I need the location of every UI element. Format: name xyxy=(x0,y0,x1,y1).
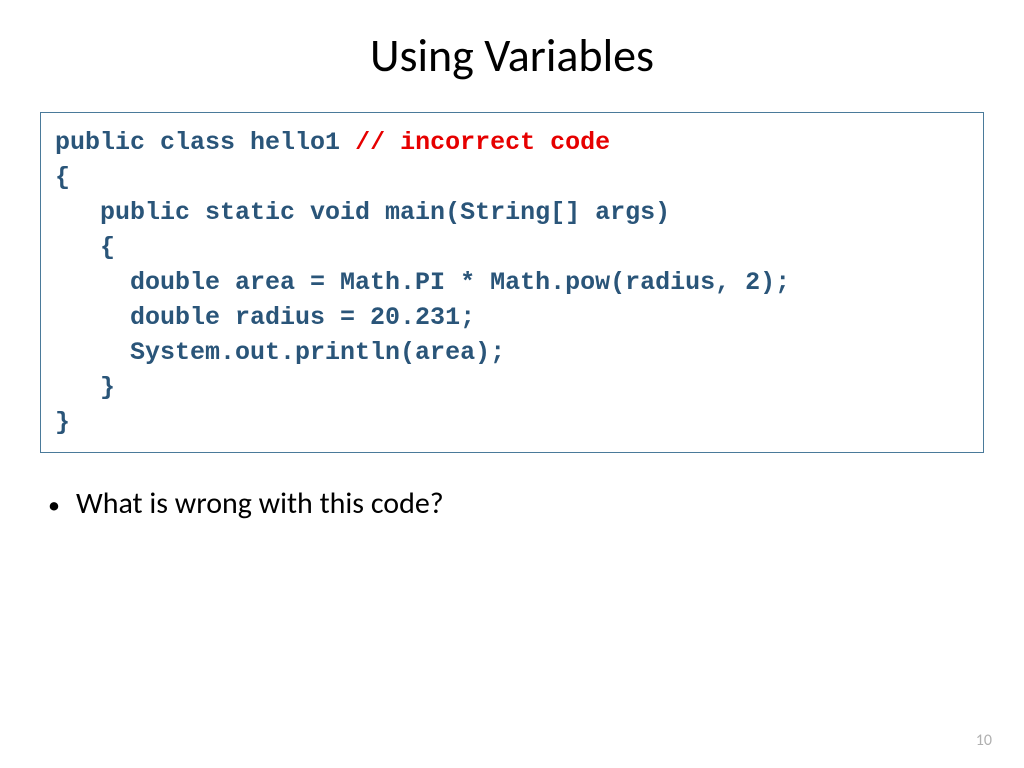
bullet-list: • What is wrong with this code? xyxy=(48,485,984,522)
code-comment: // incorrect code xyxy=(355,128,610,157)
page-number: 10 xyxy=(976,731,992,750)
bullet-marker: • xyxy=(48,492,76,521)
code-line-3: public static void main(String[] args) xyxy=(55,198,670,227)
slide-title: Using Variables xyxy=(0,0,1024,112)
code-line-9: } xyxy=(55,408,70,437)
code-line-6: double radius = 20.231; xyxy=(55,303,475,332)
code-block: public class hello1 // incorrect code { … xyxy=(40,112,984,453)
bullet-item: • What is wrong with this code? xyxy=(48,485,984,522)
bullet-text: What is wrong with this code? xyxy=(76,485,444,522)
code-line-7: System.out.println(area); xyxy=(55,338,505,367)
code-line-5: double area = Math.PI * Math.pow(radius,… xyxy=(55,268,790,297)
code-line-8: } xyxy=(55,373,115,402)
code-line-1a: public class hello1 xyxy=(55,128,355,157)
code-line-4: { xyxy=(55,233,115,262)
code-line-2: { xyxy=(55,163,70,192)
